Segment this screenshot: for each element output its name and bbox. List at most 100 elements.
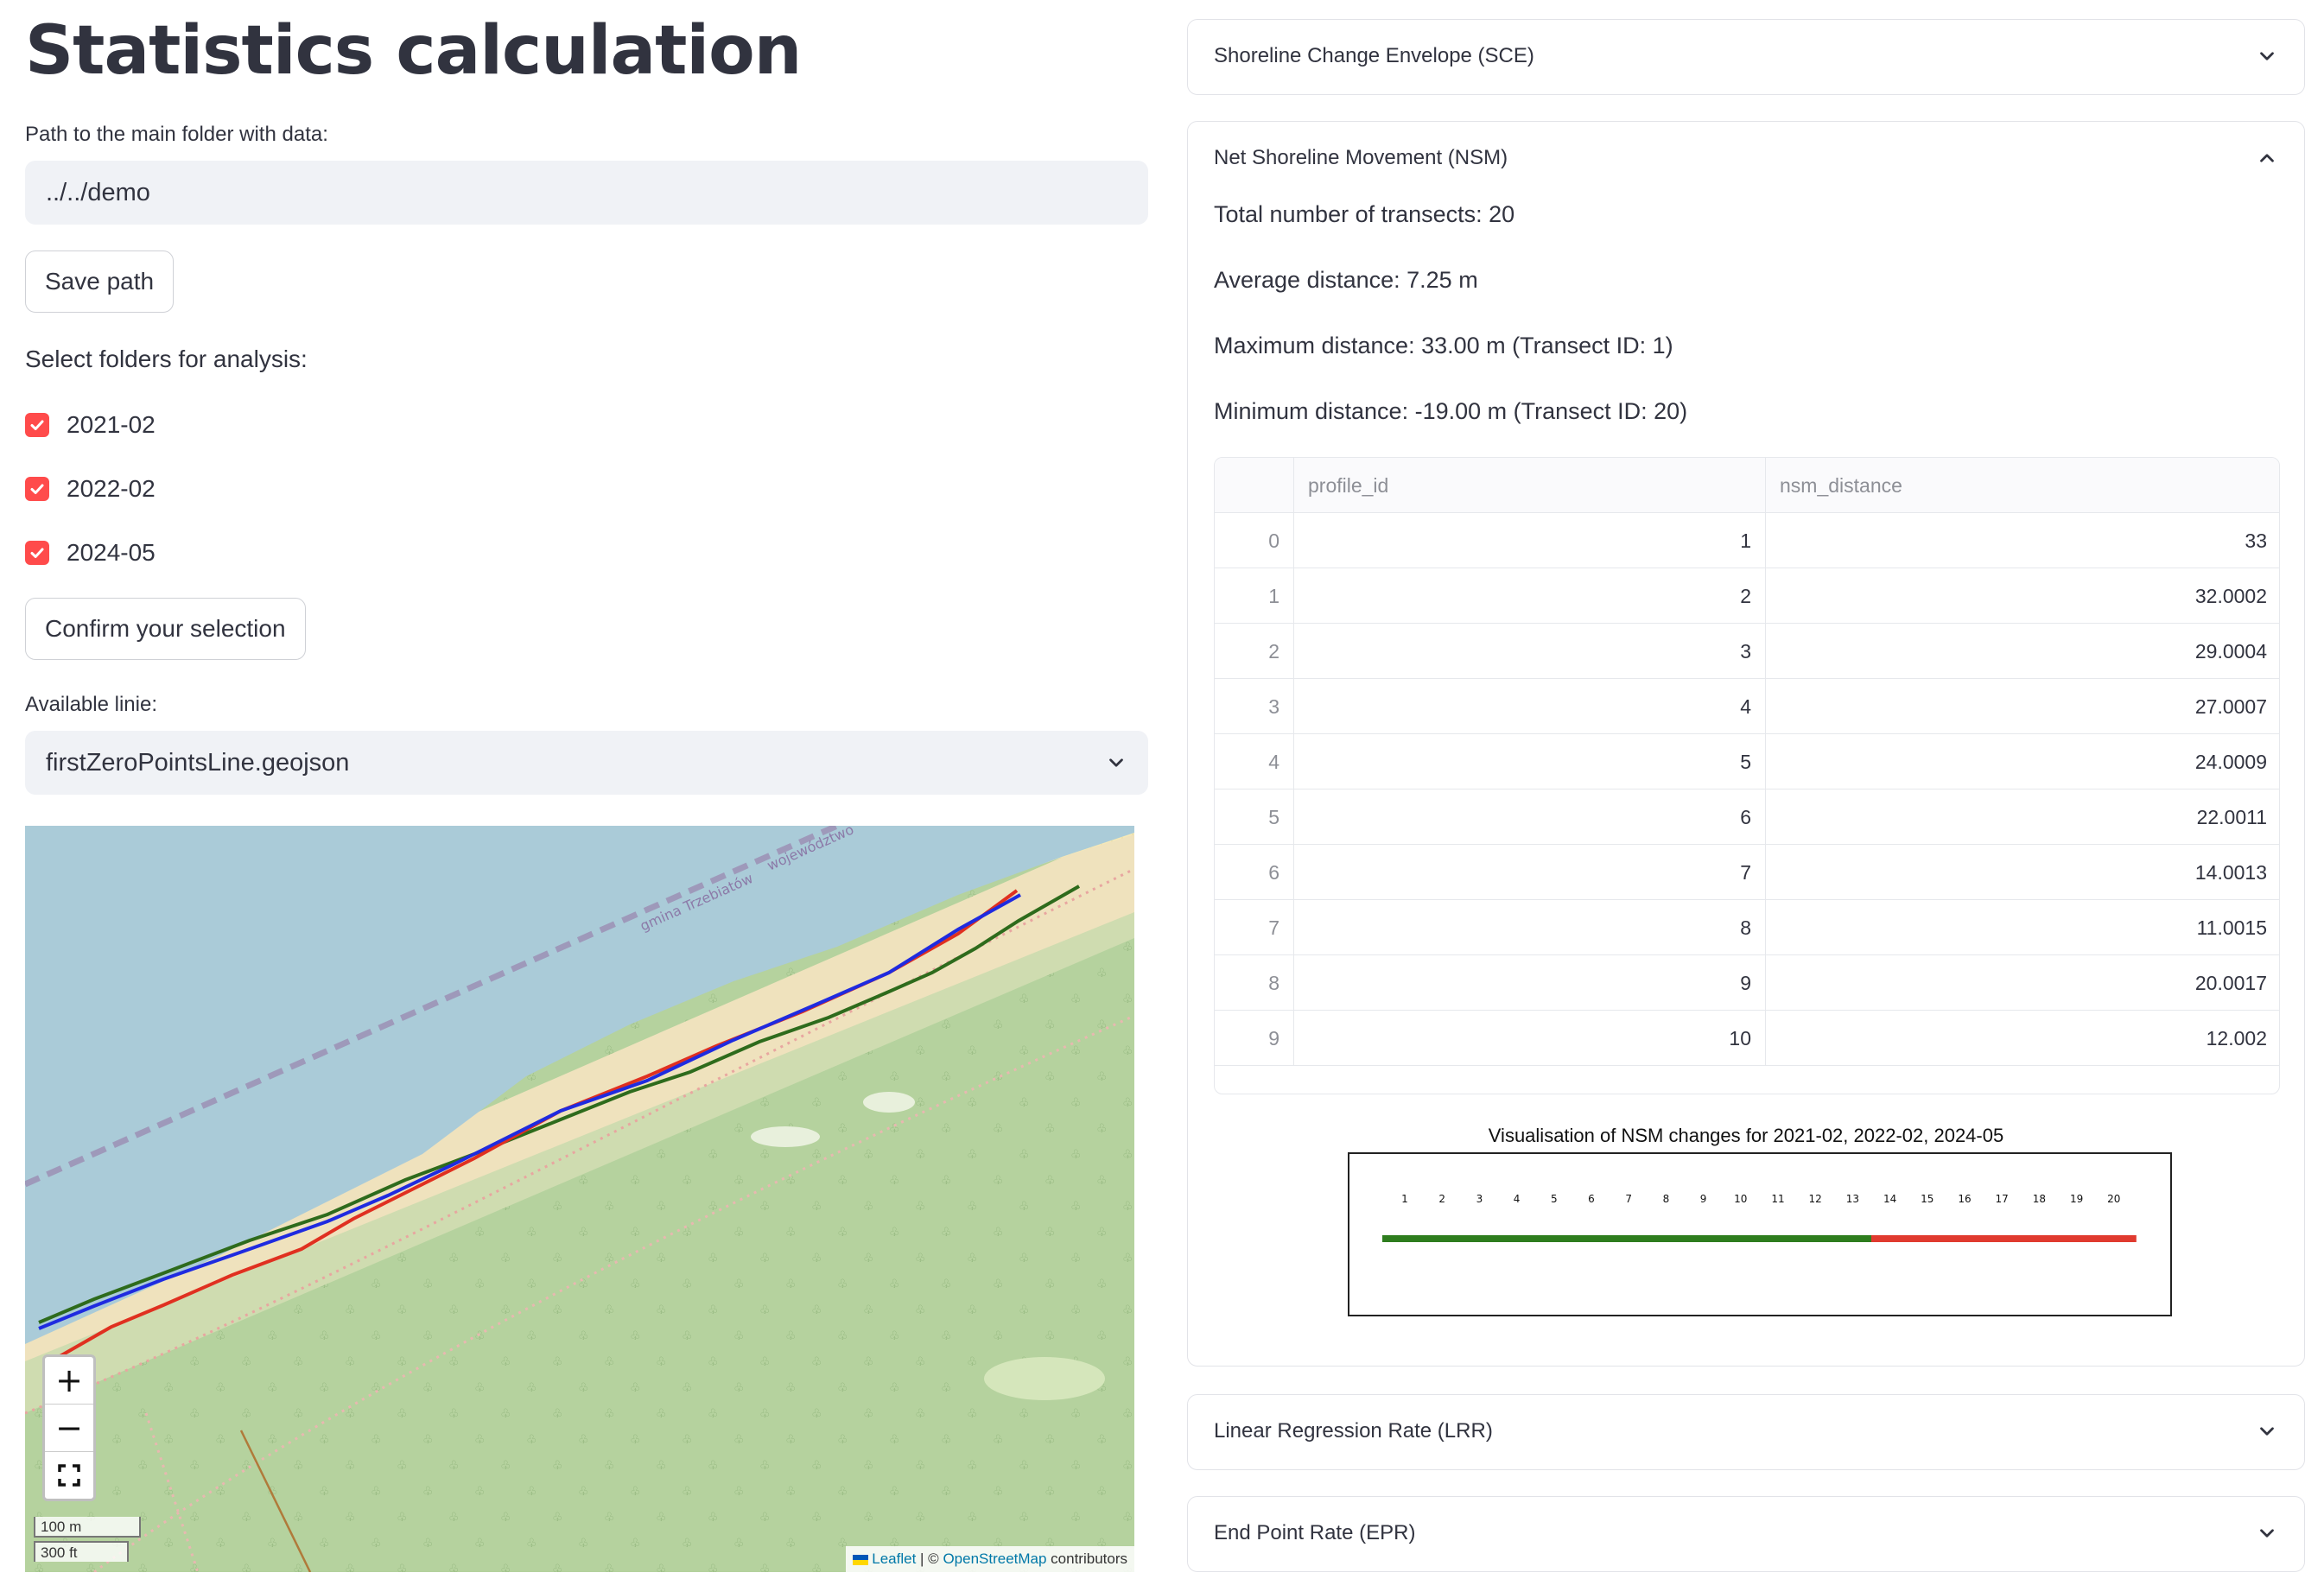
expander-nsm-header[interactable]: Net Shoreline Movement (NSM): [1188, 122, 2304, 194]
nsm-table[interactable]: profile_id nsm_distance 0 1 33 1 2 32.0002 2 3 2…: [1214, 457, 2280, 1094]
nsm-distance-cell[interactable]: 22.0011: [1766, 790, 2279, 845]
row-index-cell[interactable]: 2: [1215, 624, 1294, 679]
stat-maximum-distance: Maximum distance: 33.00 m (Transect ID: …: [1214, 333, 1673, 358]
table-row: 2 3 29.0004: [1215, 624, 2279, 679]
profile-id-cell[interactable]: 10: [1294, 1011, 1766, 1066]
expander-sce-header[interactable]: Shoreline Change Envelope (SCE): [1188, 20, 2304, 92]
path-input[interactable]: [25, 161, 1148, 225]
table-row: 5 6 22.0011: [1215, 790, 2279, 845]
folder-checkbox-2022-02[interactable]: 2022-02: [25, 472, 156, 506]
leaflet-link[interactable]: Leaflet: [872, 1550, 916, 1567]
chart-tick-label: 11: [1771, 1193, 1784, 1205]
profile-id-cell[interactable]: 8: [1294, 900, 1766, 955]
chart-tick-label: 6: [1588, 1193, 1595, 1205]
clearing: [863, 1092, 915, 1113]
clearing: [751, 1126, 820, 1147]
fullscreen-icon: [58, 1464, 80, 1487]
profile-id-cell[interactable]: 6: [1294, 790, 1766, 845]
row-index-cell[interactable]: 7: [1215, 900, 1294, 955]
map-attribution: Leaflet | © OpenStreetMap contributors: [846, 1546, 1134, 1572]
chevron-down-icon: [2260, 1529, 2274, 1538]
expander-epr-header[interactable]: End Point Rate (EPR): [1188, 1497, 2304, 1569]
stat-total-transects: Total number of transects: 20: [1214, 201, 1515, 227]
profile-id-cell[interactable]: 5: [1294, 734, 1766, 790]
nsm-chart: 1 2 3 4 5 6 7 8 9 10 11 12 13 14 15 16 17 18 19 20: [1348, 1152, 2172, 1316]
row-index-cell[interactable]: 4: [1215, 734, 1294, 790]
nsm-distance-cell[interactable]: 24.0009: [1766, 734, 2279, 790]
nsm-distance-cell[interactable]: 14.0013: [1766, 845, 2279, 900]
select-folders-label: Select folders for analysis:: [25, 346, 308, 372]
profile-id-cell[interactable]: 7: [1294, 845, 1766, 900]
chart-tick-label: 5: [1551, 1193, 1558, 1205]
fullscreen-button[interactable]: [45, 1452, 93, 1499]
nsm-chart-title: Visualisation of NSM changes for 2021-02…: [1488, 1125, 2004, 1146]
row-index-cell[interactable]: 1: [1215, 568, 1294, 624]
table-row: 3 4 27.0007: [1215, 679, 2279, 734]
profile-id-cell[interactable]: 3: [1294, 624, 1766, 679]
chart-tick-label: 1: [1401, 1193, 1408, 1205]
folder-checkbox-2021-02[interactable]: 2021-02: [25, 408, 156, 442]
chevron-up-icon: [2260, 154, 2274, 162]
row-index-cell[interactable]: 5: [1215, 790, 1294, 845]
folder-label: 2021-02: [67, 411, 156, 438]
table-row: 8 9 20.0017: [1215, 955, 2279, 1011]
map[interactable]: ♧ ♧: [25, 826, 1134, 1572]
expander-sce: Shoreline Change Envelope (SCE): [1187, 19, 2305, 95]
table-row: 6 7 14.0013: [1215, 845, 2279, 900]
row-index-cell[interactable]: 9: [1215, 1011, 1294, 1066]
stat-average-distance: Average distance: 7.25 m: [1214, 267, 1478, 293]
save-path-button[interactable]: Save path: [25, 250, 175, 313]
zoom-in-button[interactable]: +: [45, 1357, 93, 1405]
expander-lrr-header[interactable]: Linear Regression Rate (LRR): [1188, 1395, 2304, 1468]
chart-tick-label: 16: [1958, 1193, 1971, 1205]
chevron-down-icon: [1109, 758, 1123, 767]
profile-id-cell[interactable]: 1: [1294, 513, 1766, 568]
column-header-profile-id[interactable]: profile_id: [1294, 458, 1766, 513]
chart-tick-label: 13: [1846, 1193, 1859, 1205]
clearing: [984, 1357, 1105, 1400]
profile-id-cell[interactable]: 2: [1294, 568, 1766, 624]
chart-tick-label: 3: [1476, 1193, 1483, 1205]
chart-tick-label: 9: [1700, 1193, 1707, 1205]
chart-tick-label: 4: [1514, 1193, 1521, 1205]
scale-imperial: 300 ft: [34, 1541, 129, 1562]
profile-id-cell[interactable]: 4: [1294, 679, 1766, 734]
nsm-chart-svg: 1 2 3 4 5 6 7 8 9 10 11 12 13 14 15 16 17 18 19 20: [1382, 1193, 2137, 1242]
plus-icon: +: [55, 1361, 83, 1399]
lines-select[interactable]: firstZeroPointsLine.geojson: [25, 731, 1148, 795]
row-index-cell[interactable]: 6: [1215, 845, 1294, 900]
table-row: 1 2 32.0002: [1215, 568, 2279, 624]
nsm-distance-cell[interactable]: 27.0007: [1766, 679, 2279, 734]
ukraine-flag-icon: [853, 1554, 869, 1565]
chart-tick-label: 7: [1625, 1193, 1632, 1205]
nsm-distance-cell[interactable]: 12.002: [1766, 1011, 2279, 1066]
checkbox-checked-icon[interactable]: [25, 541, 49, 565]
confirm-selection-button[interactable]: Confirm your selection: [25, 598, 306, 660]
checkbox-checked-icon[interactable]: [25, 477, 49, 501]
column-header-index: [1215, 458, 1294, 513]
checkbox-checked-icon[interactable]: [25, 413, 49, 437]
nsm-distance-cell[interactable]: 20.0017: [1766, 955, 2279, 1011]
column-header-nsm-distance[interactable]: nsm_distance: [1766, 458, 2279, 513]
row-index-cell[interactable]: 8: [1215, 955, 1294, 1011]
table-row: 4 5 24.0009: [1215, 734, 2279, 790]
chevron-down-icon: [2260, 1427, 2274, 1436]
zoom-control: + −: [42, 1354, 96, 1501]
profile-id-cell[interactable]: 9: [1294, 955, 1766, 1011]
row-index-cell[interactable]: 0: [1215, 513, 1294, 568]
osm-link[interactable]: OpenStreetMap: [943, 1550, 1046, 1567]
folder-checkbox-2024-05[interactable]: 2024-05: [25, 536, 156, 570]
nsm-distance-cell[interactable]: 33: [1766, 513, 2279, 568]
zoom-out-button[interactable]: −: [45, 1405, 93, 1452]
table-row: 9 10 12.002: [1215, 1011, 2279, 1066]
table-row: 7 8 11.0015: [1215, 900, 2279, 955]
chart-tick-label: 20: [2107, 1193, 2120, 1205]
chart-tick-label: 10: [1734, 1193, 1747, 1205]
lines-select-value: firstZeroPointsLine.geojson: [46, 748, 350, 777]
nsm-distance-cell[interactable]: 32.0002: [1766, 568, 2279, 624]
attribution-tail: contributors: [1046, 1550, 1127, 1567]
row-index-cell[interactable]: 3: [1215, 679, 1294, 734]
nsm-distance-cell[interactable]: 29.0004: [1766, 624, 2279, 679]
nsm-distance-cell[interactable]: 11.0015: [1766, 900, 2279, 955]
chart-tick-label: 19: [2070, 1193, 2083, 1205]
